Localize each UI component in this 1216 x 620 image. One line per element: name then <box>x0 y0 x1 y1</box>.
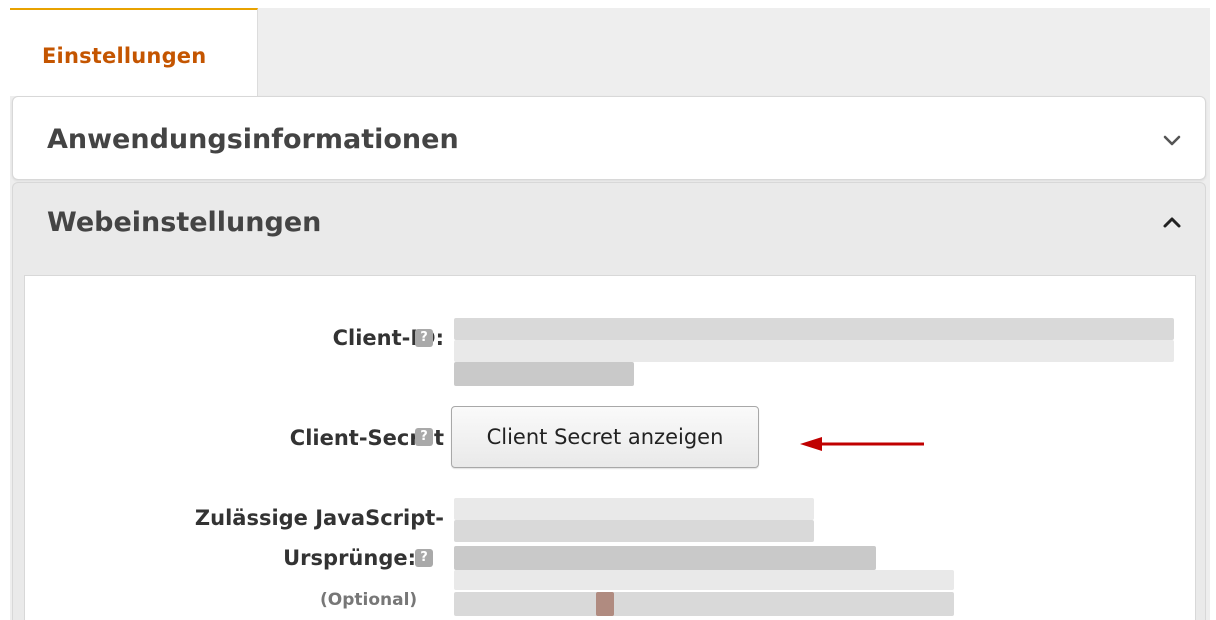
client-id-value-redacted-3 <box>454 362 634 386</box>
chevron-down-icon[interactable] <box>1161 129 1183 151</box>
help-icon[interactable]: ? <box>415 428 433 446</box>
tab-label: Einstellungen <box>42 44 207 68</box>
js-origins-value-redacted-3 <box>454 546 876 570</box>
tab-bar: Einstellungen <box>10 8 1210 96</box>
chevron-up-icon[interactable] <box>1161 211 1183 233</box>
show-client-secret-button[interactable]: Client Secret anzeigen <box>451 406 759 468</box>
optional-label: (Optional) <box>320 590 418 610</box>
panel-app-info[interactable]: Anwendungsinformationen <box>12 96 1206 180</box>
js-origins-value-redacted-5 <box>454 592 954 616</box>
panel-app-info-title: Anwendungsinformationen <box>47 124 459 155</box>
js-origins-label-line1: Zulässige JavaScript- <box>194 506 444 530</box>
help-icon[interactable]: ? <box>415 329 433 347</box>
client-id-value-redacted-2 <box>454 340 1174 362</box>
js-origins-value-redacted-2 <box>454 520 814 542</box>
js-origins-value-redacted-4 <box>454 570 954 590</box>
red-arrow-annotation <box>800 437 924 451</box>
panel-web-settings-title[interactable]: Webeinstellungen <box>47 207 321 238</box>
help-icon[interactable]: ? <box>415 549 433 567</box>
js-origins-label-line2: Ursprünge: <box>283 546 416 570</box>
js-origins-value-redacted <box>454 498 814 520</box>
tab-einstellungen[interactable]: Einstellungen <box>10 8 258 96</box>
client-id-value-redacted <box>454 318 1174 340</box>
js-origins-value-redacted-6 <box>596 592 614 616</box>
